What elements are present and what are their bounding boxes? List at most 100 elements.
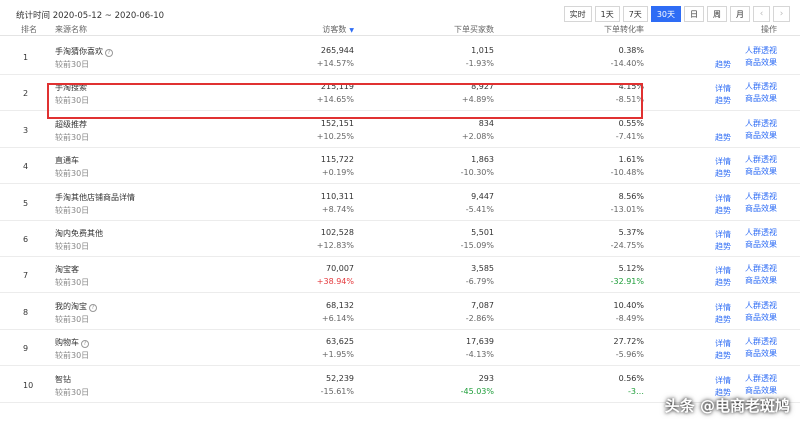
buyers-value: 9,447 (471, 191, 494, 201)
goods-link[interactable]: 商品效果 (745, 348, 777, 360)
col-rank: 排名 (21, 25, 37, 34)
trend-link[interactable]: 趋势 (715, 350, 731, 362)
range-button[interactable]: 30天 (650, 6, 681, 22)
date-range-selector: 实时 1天 7天 30天日周月 ‹ › (561, 6, 790, 22)
detail-link[interactable]: 详情 (715, 302, 731, 314)
rate-change: -7.41% (615, 131, 644, 141)
range-button[interactable]: 1天 (594, 6, 620, 22)
crowd-link[interactable]: 人群透视 (745, 154, 777, 166)
rate-change: -24.75% (610, 241, 644, 250)
trend-link[interactable]: 趋势 (715, 168, 731, 180)
buyers-value: 1,863 (471, 155, 494, 165)
crowd-link[interactable]: 人群透视 (745, 300, 777, 312)
col-source: 来源名称 (55, 25, 87, 34)
buyers-value: 17,639 (466, 337, 494, 347)
crowd-link[interactable]: 人群透视 (745, 118, 777, 130)
rate-change: -8.51% (615, 95, 644, 105)
trend-link[interactable]: 趋势 (715, 314, 731, 326)
compare-label: 较前30日 (55, 132, 90, 142)
help-icon[interactable]: ? (89, 303, 97, 312)
source-name: 直通车 (55, 155, 79, 166)
goods-link[interactable]: 商品效果 (745, 203, 777, 215)
trend-link[interactable]: 趋势 (715, 241, 731, 253)
range-button[interactable]: 日 (684, 6, 704, 22)
buyers-change: -15.09% (460, 241, 494, 250)
visits-change: +14.57% (316, 59, 354, 68)
col-buyers[interactable]: 下单买家数 (454, 24, 494, 35)
rate-value: 4.15% (618, 82, 644, 92)
source-name: 淘宝客 (55, 264, 79, 275)
source-name-text: 我的淘宝 (55, 301, 87, 311)
detail-link[interactable]: 详情 (715, 338, 731, 350)
sort-desc-icon[interactable]: ▼ (349, 27, 354, 34)
crowd-link[interactable]: 人群透视 (745, 263, 777, 275)
goods-link[interactable]: 商品效果 (745, 130, 777, 142)
detail-link[interactable]: 详情 (715, 375, 731, 387)
col-visits[interactable]: 访客数 ▼ (322, 24, 354, 35)
range-button[interactable]: 月 (730, 6, 750, 22)
detail-link[interactable]: 详情 (715, 156, 731, 168)
compare-label: 较前30日 (55, 242, 90, 251)
rate-change: -3… (628, 386, 644, 396)
rank-cell: 8 (23, 307, 29, 317)
crowd-link[interactable]: 人群透视 (745, 227, 777, 239)
trend-link[interactable]: 趋势 (715, 277, 731, 289)
rate-value: 10.40% (613, 300, 644, 310)
buyers-value: 293 (478, 373, 494, 383)
crowd-link[interactable]: 人群透视 (745, 81, 777, 93)
prev-arrow-icon[interactable]: ‹ (753, 6, 770, 22)
crowd-link[interactable]: 人群透视 (745, 336, 777, 348)
detail-link[interactable]: 详情 (715, 229, 731, 241)
crowd-link[interactable]: 人群透视 (745, 45, 777, 57)
source-name-text: 淘内免费其他 (55, 229, 103, 238)
compare-label: 较前30日 (55, 169, 90, 179)
next-arrow-icon[interactable]: › (773, 6, 790, 22)
visits-value: 70,007 (326, 264, 354, 274)
goods-link[interactable]: 商品效果 (745, 57, 777, 69)
trend-link[interactable]: 趋势 (715, 59, 731, 71)
trend-link[interactable]: 趋势 (715, 95, 731, 107)
visits-change: -15.61% (320, 386, 354, 396)
trend-link[interactable]: 趋势 (715, 132, 731, 144)
col-ops: 操作 (761, 25, 777, 34)
rank-cell: 2 (23, 89, 29, 99)
goods-link[interactable]: 商品效果 (745, 166, 777, 178)
goods-link[interactable]: 商品效果 (745, 312, 777, 324)
visits-change: +38.94% (316, 277, 354, 287)
rate-value: 27.72% (613, 337, 644, 347)
compare-label: 较前30日 (55, 96, 90, 106)
range-button[interactable]: 周 (707, 6, 727, 22)
rate-value: 1.61% (618, 155, 644, 165)
source-name-text: 手淘猜你喜欢 (55, 47, 103, 56)
detail-link[interactable]: 详情 (715, 83, 731, 95)
crowd-link[interactable]: 人群透视 (745, 191, 777, 203)
crowd-link[interactable]: 人群透视 (745, 373, 777, 385)
buyers-value: 7,087 (471, 300, 494, 310)
buyers-change: -4.13% (465, 350, 494, 360)
detail-link[interactable]: 详情 (715, 193, 731, 205)
source-name: 淘内免费其他 (55, 228, 103, 239)
col-rate[interactable]: 下单转化率 (604, 24, 644, 35)
rank-cell: 7 (23, 271, 29, 281)
visits-value: 265,944 (320, 46, 354, 55)
detail-link[interactable]: 详情 (715, 265, 731, 277)
buyers-value: 5,501 (471, 228, 494, 237)
source-name: 手淘其他店铺商品详情 (55, 192, 135, 203)
goods-link[interactable]: 商品效果 (745, 275, 777, 287)
help-icon[interactable]: ? (105, 49, 113, 57)
table-row: 2 手淘搜索 较前30日 215,119 +14.65% 8,927 +4.89% 4.15%… (0, 75, 800, 112)
range-button[interactable]: 实时 (563, 6, 592, 22)
range-button[interactable]: 7天 (622, 6, 648, 22)
help-icon[interactable]: ? (81, 340, 89, 349)
goods-link[interactable]: 商品效果 (745, 239, 777, 251)
trend-link[interactable]: 趋势 (715, 205, 731, 217)
toolbar: 统计时间 2020-05-12 ~ 2020-06-10 实时 1天 7天 30天日周… (0, 0, 800, 26)
rate-change: -14.40% (610, 59, 644, 68)
buyers-change: -6.79% (465, 277, 494, 287)
visits-change: +1.95% (321, 350, 354, 360)
table-row: 6 淘内免费其他 较前30日 102,528 +12.83% 5,501 -15.09% 5.… (0, 221, 800, 257)
watermark: 头条 @电商老斑鸠 (664, 397, 790, 415)
rank-cell: 1 (23, 53, 29, 62)
visits-value: 215,119 (320, 82, 354, 92)
goods-link[interactable]: 商品效果 (745, 93, 777, 105)
